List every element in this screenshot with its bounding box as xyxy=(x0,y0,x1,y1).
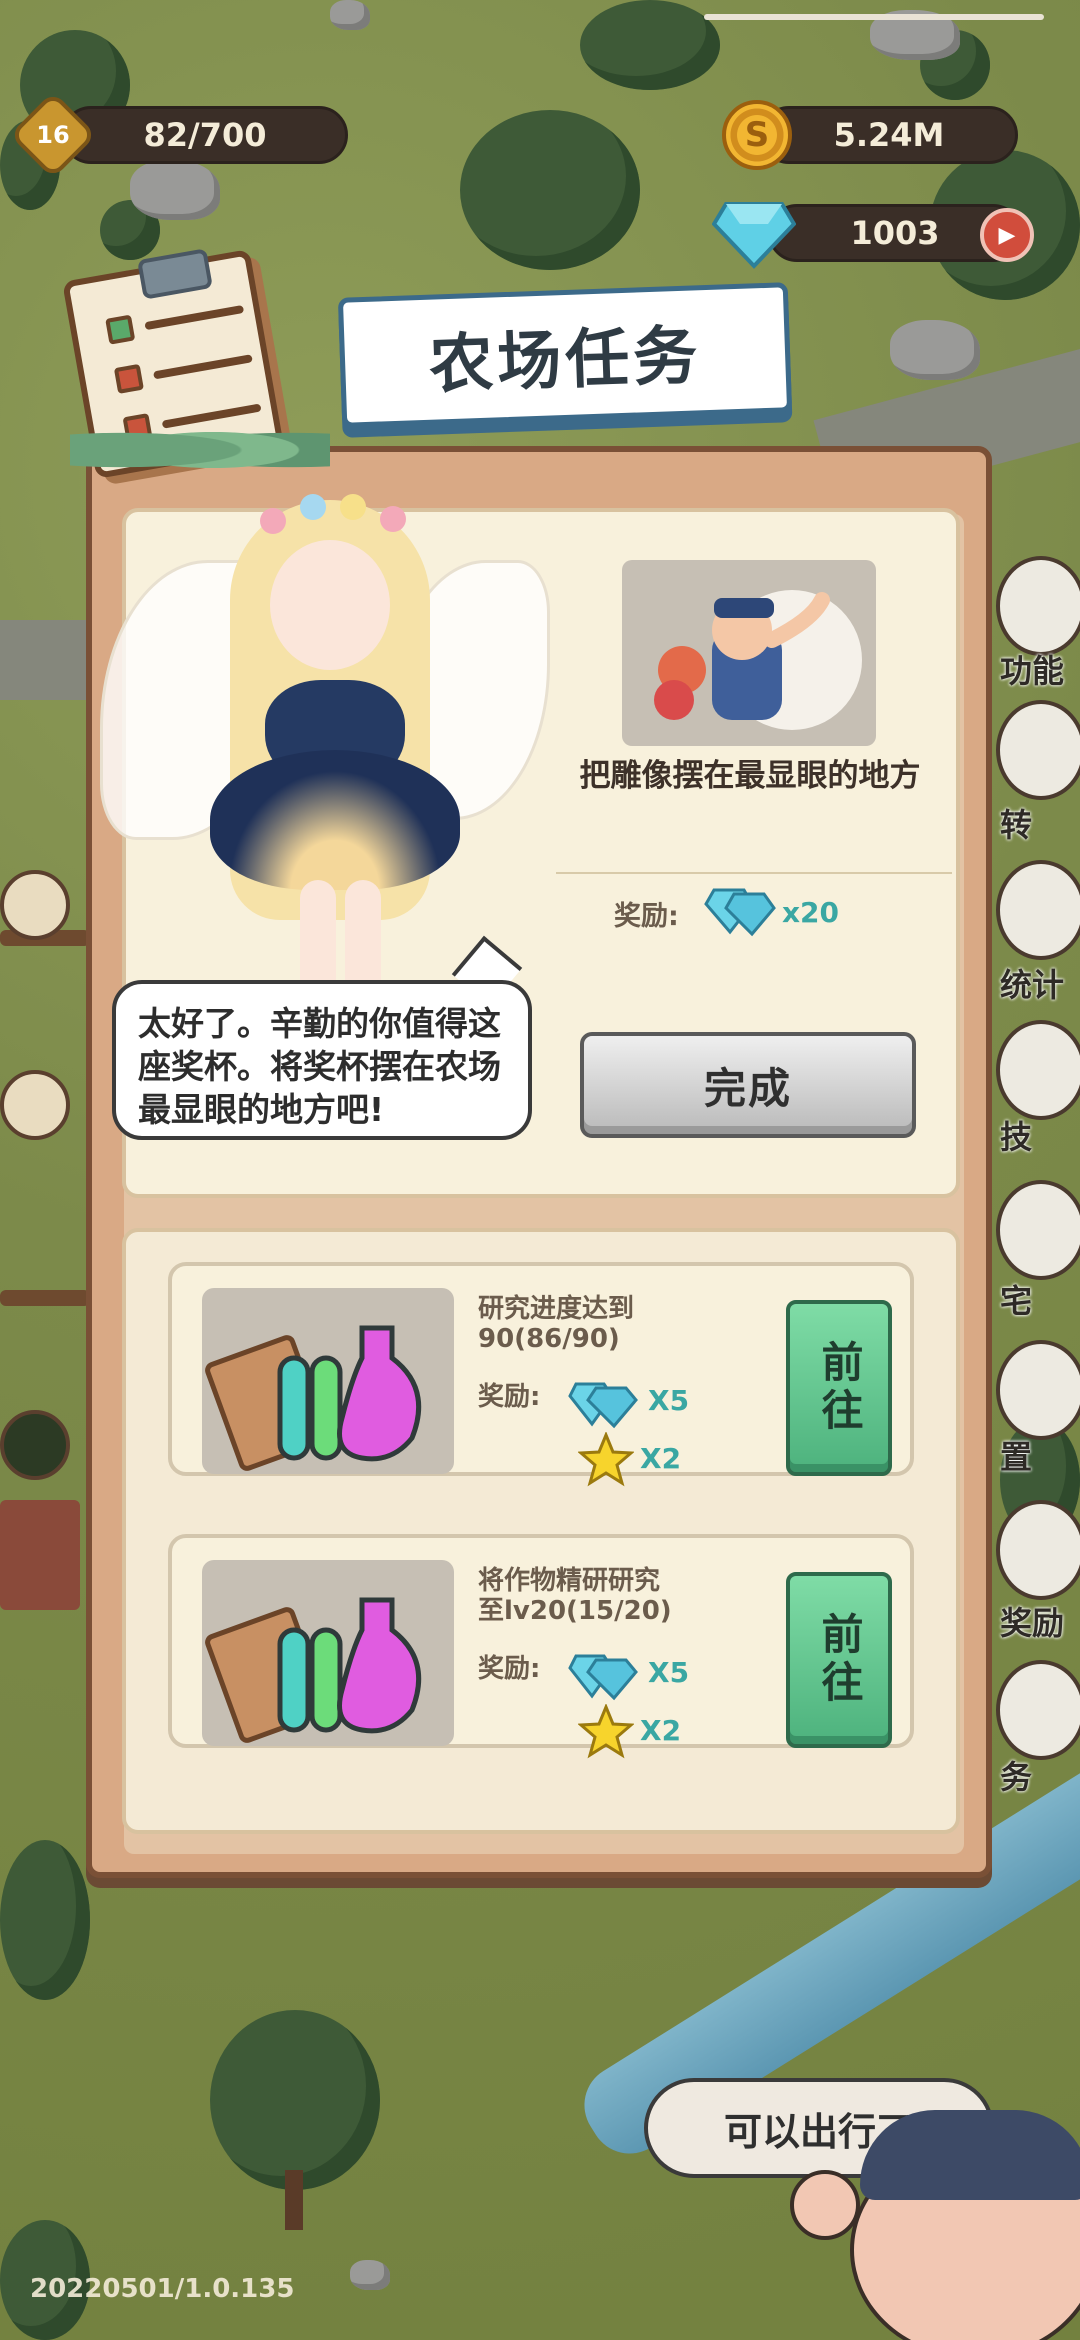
speech-text: 太好了。辛勤的你值得这座奖杯。将奖杯摆在农场最显眼的地方吧! xyxy=(138,1004,501,1129)
side-menu-label: 务 xyxy=(1000,1758,1033,1796)
gem-value: 1003 xyxy=(850,214,940,252)
side-menu-button-tech[interactable] xyxy=(996,1020,1080,1120)
side-menu-label: 统计 xyxy=(1000,966,1065,1004)
status-bar-indicator xyxy=(704,14,1044,20)
reward-amount: x20 xyxy=(782,896,840,929)
gold-counter: 5.24M xyxy=(760,106,1018,164)
go-button[interactable]: 前往 xyxy=(786,1300,892,1476)
gold-value: 5.24M xyxy=(833,116,945,154)
panel-title: 农场任务 xyxy=(428,319,703,403)
star-icon xyxy=(578,1704,634,1759)
gem-reward-icon xyxy=(568,1382,638,1429)
flower-crown-icon xyxy=(260,508,286,534)
side-menu-label: 置 xyxy=(1000,1438,1033,1476)
gem-reward-icon xyxy=(704,888,776,937)
trophy-scene-icon xyxy=(654,590,862,730)
flower-crown-icon xyxy=(380,506,406,532)
potion-book-icon xyxy=(205,1325,422,1471)
gem-icon xyxy=(712,202,796,269)
divider xyxy=(556,872,952,874)
fairy-skirt xyxy=(210,750,460,890)
left-map-bubble[interactable] xyxy=(0,1410,70,1480)
side-menu-button-spin[interactable] xyxy=(996,700,1080,800)
rock xyxy=(890,320,980,380)
level-number: 16 xyxy=(36,121,70,149)
flower-crown-icon xyxy=(340,494,366,520)
sub-task-reward-label: 奖励: xyxy=(478,1382,541,1412)
star-reward-value: X2 xyxy=(640,1442,682,1475)
rock xyxy=(330,0,370,30)
side-menu-button-stats[interactable] xyxy=(996,860,1080,960)
npc-hat xyxy=(860,2110,1080,2200)
sub-task-title: 研究进度达到90(86/90) xyxy=(478,1294,635,1354)
coin-icon: S xyxy=(722,100,792,170)
npc-hand xyxy=(790,2170,860,2240)
go-button[interactable]: 前往 xyxy=(786,1572,892,1748)
list-line xyxy=(144,304,245,331)
reward-label: 奖励: xyxy=(614,901,679,932)
fairy-face xyxy=(270,540,390,670)
side-menu-button-settings[interactable] xyxy=(996,1340,1080,1440)
tree xyxy=(0,1840,90,2000)
farm-house xyxy=(0,1500,80,1610)
complete-button[interactable]: 完成 xyxy=(580,1032,916,1138)
flower-crown-icon xyxy=(300,494,326,520)
gem-reward-icon xyxy=(568,1654,638,1701)
xp-value: 82/700 xyxy=(143,116,267,154)
research-task-image xyxy=(202,1288,454,1474)
left-map-bubble[interactable] xyxy=(0,870,70,940)
task-description: 把雕像摆在最显眼的地方 xyxy=(579,758,921,794)
list-line xyxy=(153,354,253,380)
side-menu-button-tasks[interactable] xyxy=(996,1660,1080,1760)
task-image xyxy=(622,560,876,746)
side-menu-button-functions[interactable] xyxy=(996,556,1080,656)
version-label: 20220501/1.0.135 xyxy=(30,2274,295,2304)
rock xyxy=(350,2260,390,2290)
tree xyxy=(210,2010,380,2190)
video-ad-button[interactable]: ▶ xyxy=(980,208,1034,262)
side-menu-button-rewards[interactable] xyxy=(996,1500,1080,1600)
potion-book-icon xyxy=(205,1597,422,1743)
xp-counter: 82/700 xyxy=(62,106,348,164)
tree xyxy=(460,110,640,270)
sub-task-row: 将作物精研研究至lv20(15/20) 奖励: X5 X2 前往 xyxy=(168,1534,914,1759)
sub-task-row: 研究进度达到90(86/90) 奖励: X5 X2 前往 xyxy=(168,1262,914,1487)
side-menu-label: 宅 xyxy=(1000,1282,1033,1320)
side-menu-label: 转 xyxy=(1000,806,1033,844)
rock xyxy=(130,160,220,220)
left-map-bubble[interactable] xyxy=(0,1070,70,1140)
tree xyxy=(580,0,720,90)
leaves-decoration xyxy=(70,420,330,480)
checkbox-icon xyxy=(113,363,144,394)
fence xyxy=(0,1290,90,1306)
star-icon xyxy=(578,1432,634,1487)
side-menu-label: 技 xyxy=(1000,1118,1033,1156)
side-menu-button-home[interactable] xyxy=(996,1180,1080,1280)
sub-task-reward-label: 奖励: xyxy=(478,1654,541,1684)
side-menu-label: 功能 xyxy=(1000,652,1065,690)
research-task-image xyxy=(202,1560,454,1746)
tree-trunk xyxy=(285,2170,303,2230)
gem-reward-value: X5 xyxy=(648,1384,690,1417)
sub-task-title: 将作物精研研究至lv20(15/20) xyxy=(478,1566,672,1626)
star-reward-value: X2 xyxy=(640,1714,682,1747)
title-banner: 农场任务 xyxy=(337,282,793,428)
gem-reward-value: X5 xyxy=(648,1656,690,1689)
speech-bubble: 太好了。辛勤的你值得这座奖杯。将奖杯摆在农场最显眼的地方吧! xyxy=(112,980,532,1140)
side-menu-label: 奖励 xyxy=(1000,1604,1065,1642)
checkbox-icon xyxy=(105,314,136,345)
